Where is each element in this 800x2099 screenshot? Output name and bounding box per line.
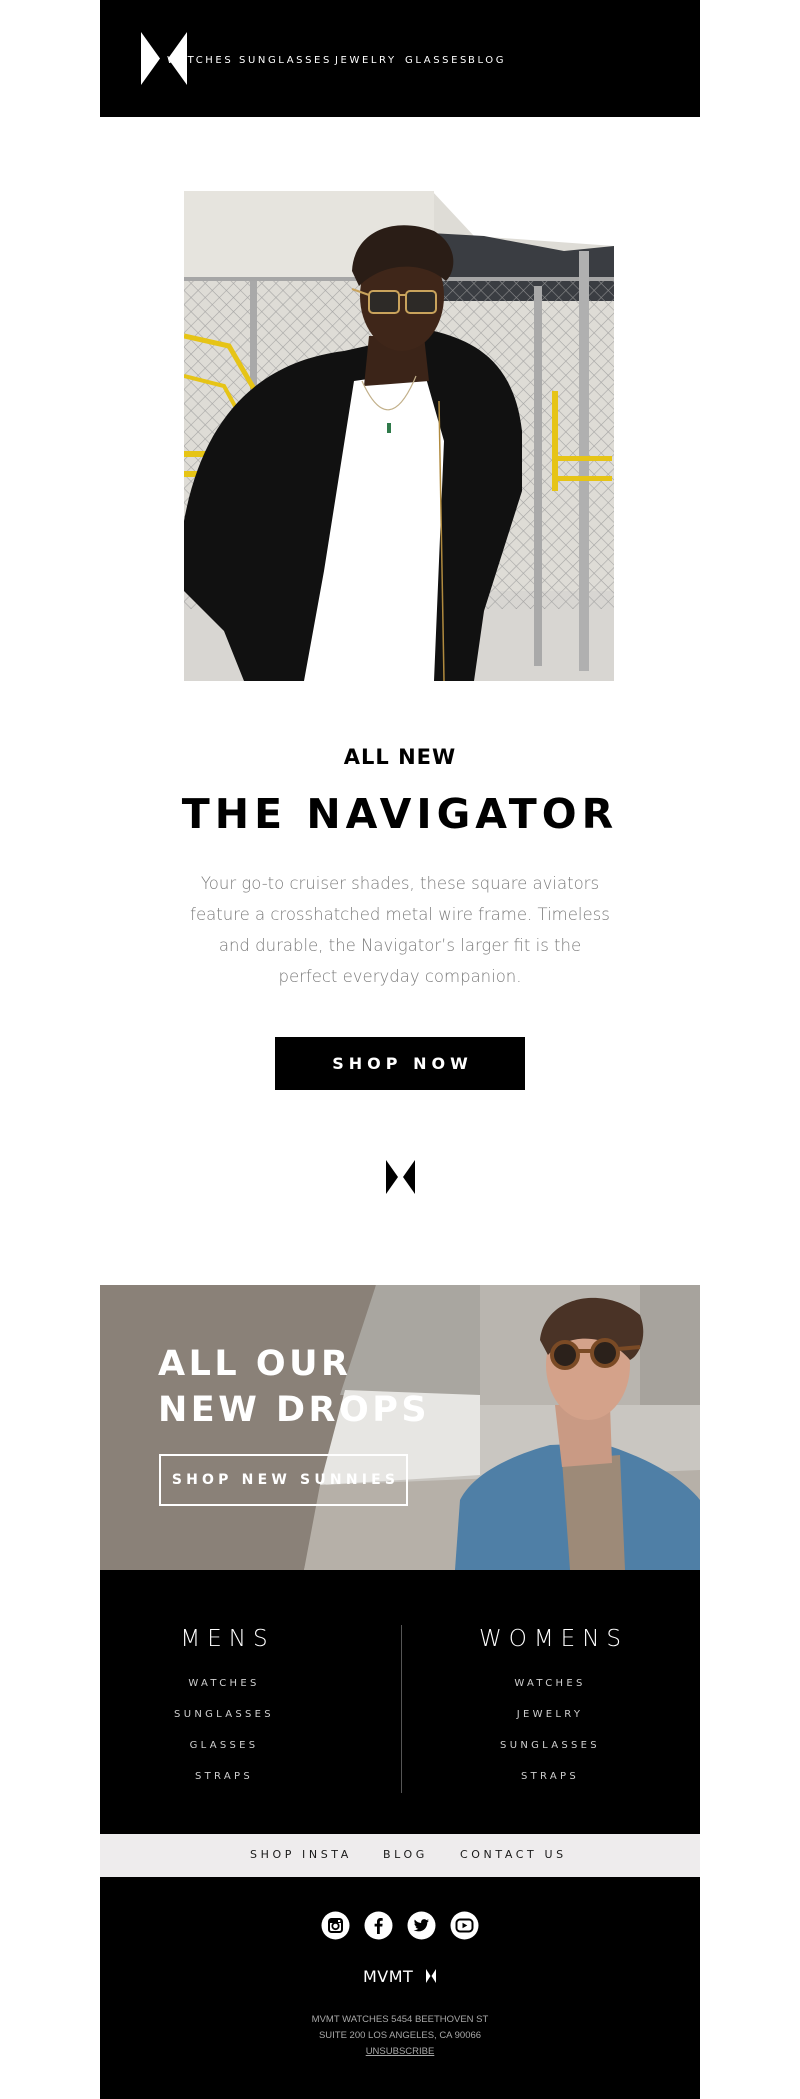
company-address: MVMT WATCHES 5454 BEETHOVEN ST SUITE 200… — [100, 2012, 700, 2060]
mvmt-wordmark: MVMT — [100, 1967, 700, 1990]
womens-list: WATCHES JEWELRY SUNGLASSES STRAPS — [350, 1673, 750, 1797]
social-links — [100, 1911, 700, 1941]
hero-photo-illustration — [184, 191, 614, 681]
mens-glasses-link[interactable]: GLASSES — [190, 1740, 259, 1751]
banner-title-line1: ALL OUR — [158, 1344, 352, 1384]
contact-us-link[interactable]: CONTACT US — [460, 1848, 567, 1861]
nav-jewelry[interactable]: JEWELRY — [335, 55, 397, 66]
shop-insta-link[interactable]: SHOP INSTA — [250, 1848, 352, 1861]
twitter-icon — [407, 1911, 436, 1940]
hero-image[interactable] — [184, 191, 614, 681]
nav-watches[interactable]: WATCHES — [167, 55, 233, 66]
banner-title: ALL OUR NEW DROPS — [158, 1341, 430, 1433]
facebook-icon — [364, 1911, 393, 1940]
utility-bar: SHOP INSTA BLOG CONTACT US — [100, 1834, 700, 1877]
new-drops-banner[interactable]: ALL OUR NEW DROPS SHOP NEW SUNNIES — [100, 1285, 700, 1570]
nav-glasses[interactable]: GLASSES — [405, 55, 469, 66]
womens-watches-link[interactable]: WATCHES — [514, 1678, 585, 1689]
hero-eyebrow: ALL NEW — [343, 745, 457, 769]
mvmt-wordmark-logo: MVMT — [363, 1967, 436, 1986]
unsubscribe-link[interactable]: UNSUBSCRIBE — [366, 2046, 435, 2057]
header: WATCHES SUNGLASSES JEWELRY GLASSES BLOG — [100, 0, 700, 117]
main-nav: WATCHES SUNGLASSES JEWELRY GLASSES BLOG — [100, 55, 700, 71]
mens-sunglasses-link[interactable]: SUNGLASSES — [174, 1709, 274, 1720]
instagram-link[interactable] — [321, 1911, 350, 1940]
womens-heading: WOMENS — [478, 1626, 629, 1652]
footer: MVMT MVMT WATCHES 5454 BEETHOVEN ST SUIT… — [100, 1877, 700, 2099]
shop-new-sunnies-button[interactable]: SHOP NEW SUNNIES — [159, 1454, 408, 1506]
mvmt-logo-icon — [386, 1160, 415, 1194]
mens-list: WATCHES SUNGLASSES GLASSES STRAPS — [100, 1673, 348, 1797]
banner-title-line2: NEW DROPS — [158, 1390, 431, 1430]
instagram-icon — [321, 1911, 350, 1940]
mens-heading: MENS — [180, 1626, 275, 1652]
womens-column: WOMENS WATCHES JEWELRY SUNGLASSES STRAPS — [400, 1570, 700, 1834]
youtube-icon — [450, 1911, 479, 1940]
shop-now-button[interactable]: SHOP NOW — [275, 1037, 525, 1090]
youtube-link[interactable] — [450, 1911, 479, 1940]
address-line2: SUITE 200 LOS ANGELES, CA 90066 — [318, 2030, 482, 2041]
womens-jewelry-link[interactable]: JEWELRY — [517, 1709, 584, 1720]
hero-description: Your go-to cruiser shades, these square … — [190, 874, 610, 986]
blog-link[interactable]: BLOG — [383, 1848, 428, 1861]
womens-straps-link[interactable]: STRAPS — [521, 1771, 579, 1782]
category-links: MENS WATCHES SUNGLASSES GLASSES STRAPS W… — [100, 1570, 700, 1834]
nav-sunglasses[interactable]: SUNGLASSES — [239, 55, 332, 66]
mens-watches-link[interactable]: WATCHES — [188, 1678, 259, 1689]
wordmark-text: MVMT — [363, 1967, 413, 1985]
facebook-link[interactable] — [364, 1911, 393, 1940]
email-container: WATCHES SUNGLASSES JEWELRY GLASSES BLOG — [100, 0, 700, 2099]
hero-title: THE NAVIGATOR — [181, 790, 619, 838]
twitter-link[interactable] — [407, 1911, 436, 1940]
mens-straps-link[interactable]: STRAPS — [195, 1771, 253, 1782]
address-line1: MVMT WATCHES 5454 BEETHOVEN ST — [311, 2014, 489, 2025]
nav-blog[interactable]: BLOG — [468, 55, 506, 66]
womens-sunglasses-link[interactable]: SUNGLASSES — [500, 1740, 600, 1751]
